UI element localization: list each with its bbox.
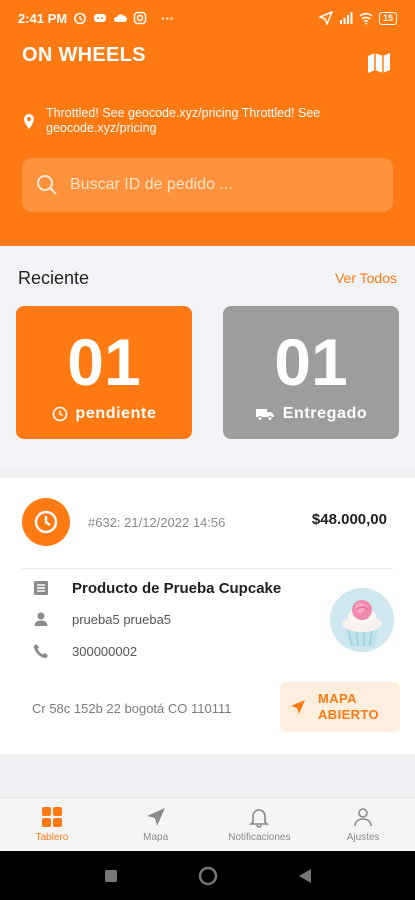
- pending-label: pendiente: [75, 405, 157, 422]
- home-icon[interactable]: [198, 866, 218, 886]
- nav-item-tablero[interactable]: Tablero: [0, 798, 104, 851]
- header: 2:41 PM ··· 15 ON WHEELS Throttled! See …: [0, 0, 415, 246]
- product-row: Producto de Prueba Cupcake: [32, 579, 281, 597]
- status-bar: 2:41 PM ··· 15: [0, 0, 415, 36]
- navigation-icon: [291, 700, 305, 714]
- open-map-label: MAPA ABIERTO: [318, 691, 380, 722]
- nav-item-ajustes[interactable]: Ajustes: [311, 798, 415, 851]
- nav-item-mapa[interactable]: Mapa: [104, 798, 208, 851]
- phone-row: 300000002: [32, 642, 137, 660]
- phone-icon: [34, 644, 48, 658]
- clock-icon: [52, 406, 67, 422]
- search-icon: [37, 175, 57, 195]
- cloud-icon: [114, 14, 128, 22]
- bell-icon: [249, 809, 270, 828]
- customer-row: prueba5 prueba5: [32, 610, 171, 628]
- search-input[interactable]: [70, 176, 370, 194]
- instagram-icon: [133, 11, 147, 25]
- nav-label: Tablero: [35, 832, 69, 843]
- signal-icon: [339, 12, 353, 24]
- delivery-address: Cr 58c 152b 22 bogotá CO 110111: [32, 701, 232, 716]
- nav-label: Mapa: [143, 832, 169, 843]
- recent-title: Reciente: [18, 268, 90, 288]
- navigation-icon: [146, 808, 165, 826]
- dashboard-icon: [41, 807, 62, 827]
- pending-card[interactable]: 01 pendiente: [16, 306, 192, 439]
- delivered-count: 01: [274, 325, 348, 399]
- current-location: Throttled! See geocode.xyz/pricing Throt…: [22, 106, 362, 136]
- customer-phone: 300000002: [72, 643, 138, 659]
- location-arrow-icon: [318, 11, 333, 25]
- alarm-icon: [74, 12, 86, 25]
- order-status-icon: [22, 498, 70, 546]
- clock-icon: [34, 510, 58, 534]
- location-text: Throttled! See geocode.xyz/pricing Throt…: [46, 106, 321, 135]
- list-icon: [34, 581, 48, 595]
- back-icon[interactable]: [298, 868, 312, 884]
- status-more: ···: [161, 10, 175, 26]
- recents-icon[interactable]: [104, 869, 118, 883]
- search-bar[interactable]: [22, 158, 393, 212]
- app-title: ON WHEELS: [22, 44, 146, 66]
- nav-label: Notificaciones: [228, 832, 291, 843]
- cupcake-image: [330, 588, 394, 652]
- recent-section: Reciente Ver Todos 01 pendiente 01 Entre…: [0, 246, 415, 470]
- pending-count: 01: [67, 325, 141, 399]
- product-image: [330, 588, 394, 652]
- status-time: 2:41 PM: [18, 10, 68, 26]
- wifi-icon: [359, 12, 373, 25]
- delivered-label: Entregado: [282, 405, 368, 422]
- order-id-date: #632: 21/12/2022 14:56: [88, 515, 226, 530]
- nav-item-notificaciones[interactable]: Notificaciones: [208, 798, 312, 851]
- see-all-link[interactable]: Ver Todos: [335, 270, 397, 286]
- nav-label: Ajustes: [346, 832, 380, 843]
- bottom-navigation: Tablero Mapa Notificaciones Ajustes: [0, 797, 415, 851]
- user-icon: [354, 808, 372, 827]
- order-amount: $48.000,00: [311, 511, 387, 528]
- product-name: Producto de Prueba Cupcake: [72, 579, 282, 597]
- discord-icon: [94, 14, 107, 22]
- person-icon: [34, 612, 48, 626]
- open-map-button[interactable]: MAPA ABIERTO: [280, 682, 400, 732]
- map-icon[interactable]: [366, 50, 392, 76]
- order-card[interactable]: #632: 21/12/2022 14:56 $48.000,00 Produc…: [0, 478, 415, 754]
- system-navigation-bar: [0, 851, 415, 900]
- customer-name: prueba5 prueba5: [72, 611, 172, 627]
- delivered-card[interactable]: 01 Entregado: [223, 306, 399, 439]
- location-pin-icon: [24, 114, 34, 129]
- truck-icon: [255, 409, 274, 421]
- battery-icon: 15: [378, 11, 397, 25]
- divider: [22, 568, 393, 569]
